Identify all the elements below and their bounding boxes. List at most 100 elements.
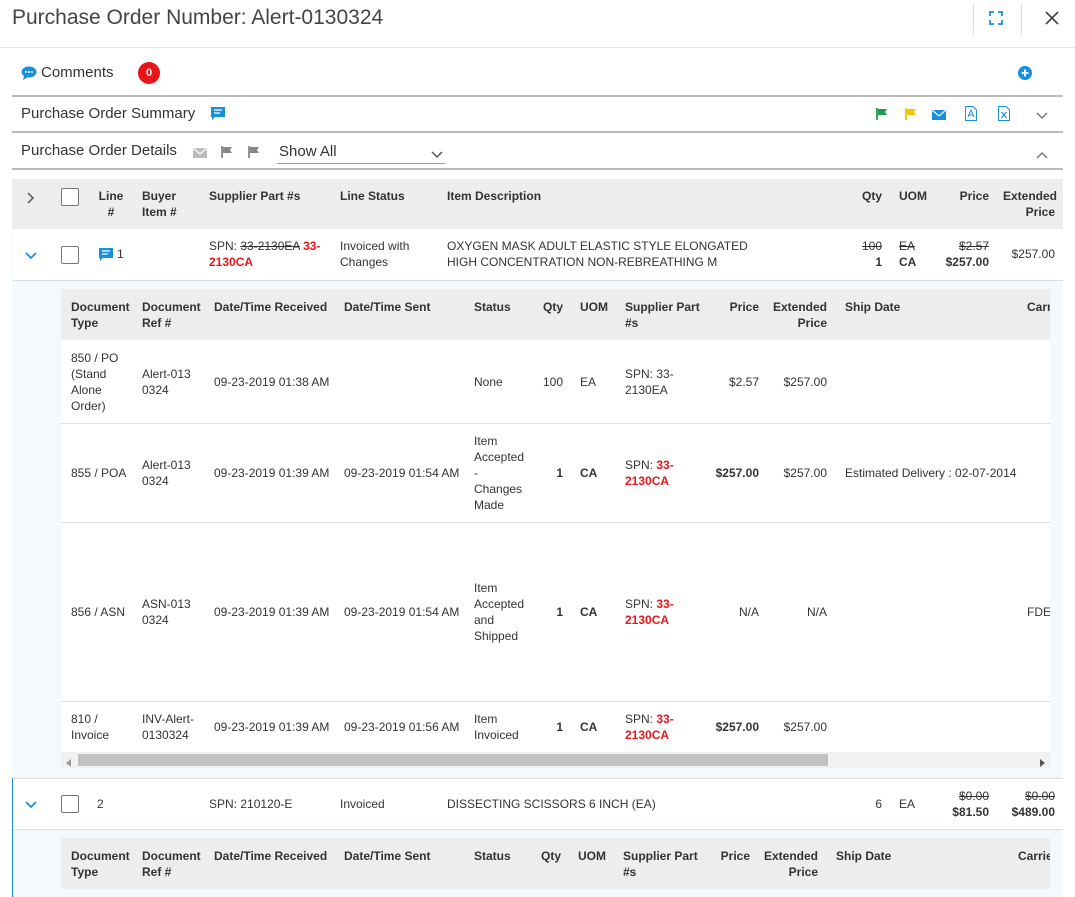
email-icon[interactable] — [931, 109, 947, 120]
doc-col-carrier[interactable]: Carrier — [1027, 299, 1050, 315]
doc-col-supplier-part[interactable]: Supplier Part #s — [625, 299, 705, 331]
doc-ref-link[interactable]: Alert-0130324 — [142, 457, 194, 489]
doc-col-sent[interactable]: Date/Time Sent — [344, 299, 430, 315]
summary-chevron-down-icon[interactable] — [1036, 109, 1048, 120]
doc-sent: 09-23-2019 01:54 AM — [344, 466, 460, 480]
pdf-icon[interactable] — [965, 106, 977, 121]
doc-status: Item Accepted - Changes Made — [474, 434, 525, 512]
row-collapse-icon[interactable] — [25, 798, 37, 809]
expand-all-icon[interactable] — [27, 192, 35, 204]
doc-col-uom[interactable]: UOM — [580, 299, 608, 315]
doc-col-received[interactable]: Date/Time Received — [214, 299, 327, 315]
doc-sent: 09-23-2019 01:56 AM — [344, 720, 460, 734]
row-price-old: $2.57 — [958, 239, 989, 253]
doc-col-ship-date[interactable]: Ship Date — [845, 299, 900, 315]
doc-type: 850 / PO (Stand Alone Order) — [71, 351, 119, 413]
doc-ext-price: $257.00 — [783, 466, 827, 480]
row-price-old: $0.00 — [958, 789, 989, 803]
col-item-desc[interactable]: Item Description — [447, 188, 541, 204]
row-comment-icon[interactable] — [99, 248, 113, 261]
row-collapse-icon[interactable] — [25, 249, 37, 260]
doc-col-ref[interactable]: Document Ref # — [142, 848, 202, 880]
doc-ref-link[interactable]: INV-Alert-0130324 — [142, 711, 198, 743]
col-price[interactable]: Price — [955, 188, 989, 204]
excel-icon[interactable] — [998, 106, 1010, 121]
doc-ref-link[interactable]: ASN-0130324 — [142, 596, 194, 628]
doc-col-type[interactable]: Document Type — [71, 848, 131, 880]
doc-ext-price: $257.00 — [783, 720, 827, 734]
doc-col-status[interactable]: Status — [474, 299, 511, 315]
doc-qty: 1 — [556, 466, 563, 480]
details-chevron-up-icon[interactable] — [1036, 148, 1048, 159]
yellow-flag-icon[interactable] — [905, 108, 917, 120]
doc-col-qty[interactable]: Qty — [535, 299, 563, 315]
fullscreen-icon[interactable] — [988, 10, 1004, 26]
row-line-number: 2 — [97, 797, 104, 811]
doc-col-status[interactable]: Status — [474, 848, 511, 864]
row-uom: EA — [899, 797, 916, 811]
scroll-left-icon[interactable] — [66, 756, 72, 770]
row-item-desc: OXYGEN MASK ADULT ELASTIC STYLE ELONGATE… — [447, 239, 748, 269]
doc-ext-price: N/A — [806, 605, 827, 619]
add-comment-icon[interactable] — [1018, 66, 1032, 80]
row-ext-new: $489.00 — [1011, 805, 1055, 819]
comment-icon — [21, 66, 37, 80]
spn-prefix: SPN: — [625, 458, 657, 472]
summary-comment-icon[interactable] — [211, 107, 225, 120]
doc-qty: 100 — [542, 375, 563, 389]
col-ext-price[interactable]: Extended Price — [1003, 188, 1057, 220]
spn-old: 33-2130EA — [240, 239, 300, 253]
comments-label[interactable]: Comments — [41, 64, 114, 81]
row-checkbox[interactable] — [61, 246, 79, 264]
doc-col-sent[interactable]: Date/Time Sent — [344, 848, 430, 864]
doc-col-ext-price[interactable]: Extended Price — [770, 299, 827, 331]
row-qty: 6 — [875, 797, 882, 811]
doc-ship-date: Estimated Delivery : 02-07-2014 — [845, 466, 1017, 480]
doc-uom: CA — [580, 466, 598, 480]
doc-col-qty[interactable]: Qty — [533, 848, 561, 864]
summary-label[interactable]: Purchase Order Summary — [21, 105, 195, 122]
doc-col-price[interactable]: Price — [696, 848, 750, 864]
doc-col-ref[interactable]: Document Ref # — [142, 299, 202, 331]
doc-col-supplier-part[interactable]: Supplier Part #s — [623, 848, 703, 880]
doc-ext-price: $257.00 — [783, 375, 827, 389]
doc-col-carrier[interactable]: Carrie — [1018, 848, 1050, 864]
close-icon[interactable] — [1044, 10, 1060, 26]
col-buyer-item[interactable]: Buyer Item # — [142, 188, 187, 220]
col-qty[interactable]: Qty — [862, 188, 882, 204]
row-line-status: Invoiced — [340, 797, 385, 811]
scroll-right-icon[interactable] — [1039, 756, 1045, 770]
details-flag-icon[interactable] — [221, 146, 233, 158]
details-label[interactable]: Purchase Order Details — [21, 142, 177, 159]
filter-select-value: Show All — [279, 143, 337, 160]
doc-sent: 09-23-2019 01:54 AM — [344, 605, 460, 619]
doc-col-type[interactable]: Document Type — [71, 299, 131, 331]
col-line[interactable]: Line # — [97, 188, 125, 220]
green-flag-icon[interactable] — [876, 108, 888, 120]
row-line-status: Invoiced with Changes — [340, 239, 410, 269]
doc-col-ext-price[interactable]: Extended Price — [761, 848, 818, 880]
doc-qty: 1 — [556, 720, 563, 734]
scrollbar-thumb[interactable] — [78, 754, 828, 766]
col-supplier-part[interactable]: Supplier Part #s — [209, 188, 300, 204]
doc-spn: SPN: 33-2130CA — [625, 711, 700, 743]
doc-uom: CA — [580, 605, 598, 619]
doc-spn: SPN: 33-2130EA — [625, 366, 695, 398]
filter-select[interactable]: Show All — [277, 140, 445, 164]
doc-col-received[interactable]: Date/Time Received — [214, 848, 327, 864]
details-flag2-icon[interactable] — [248, 146, 260, 158]
doc-status: Item Invoiced — [474, 712, 519, 742]
row-supplier-part: SPN: 210120-E — [209, 797, 293, 811]
doc-col-ship-date[interactable]: Ship Date — [836, 848, 891, 864]
select-all-checkbox[interactable] — [61, 188, 79, 206]
col-line-status[interactable]: Line Status — [340, 188, 405, 204]
doc-ref-link[interactable]: Alert-0130324 — [142, 366, 194, 398]
spn-prefix: SPN: — [625, 712, 657, 726]
row-checkbox[interactable] — [61, 795, 79, 813]
doc-col-uom[interactable]: UOM — [578, 848, 606, 864]
doc-col-price[interactable]: Price — [705, 299, 759, 315]
col-uom[interactable]: UOM — [899, 188, 927, 204]
horizontal-scrollbar[interactable] — [61, 752, 1050, 768]
spn-prefix: SPN: — [625, 597, 657, 611]
details-email-icon[interactable] — [192, 147, 208, 158]
